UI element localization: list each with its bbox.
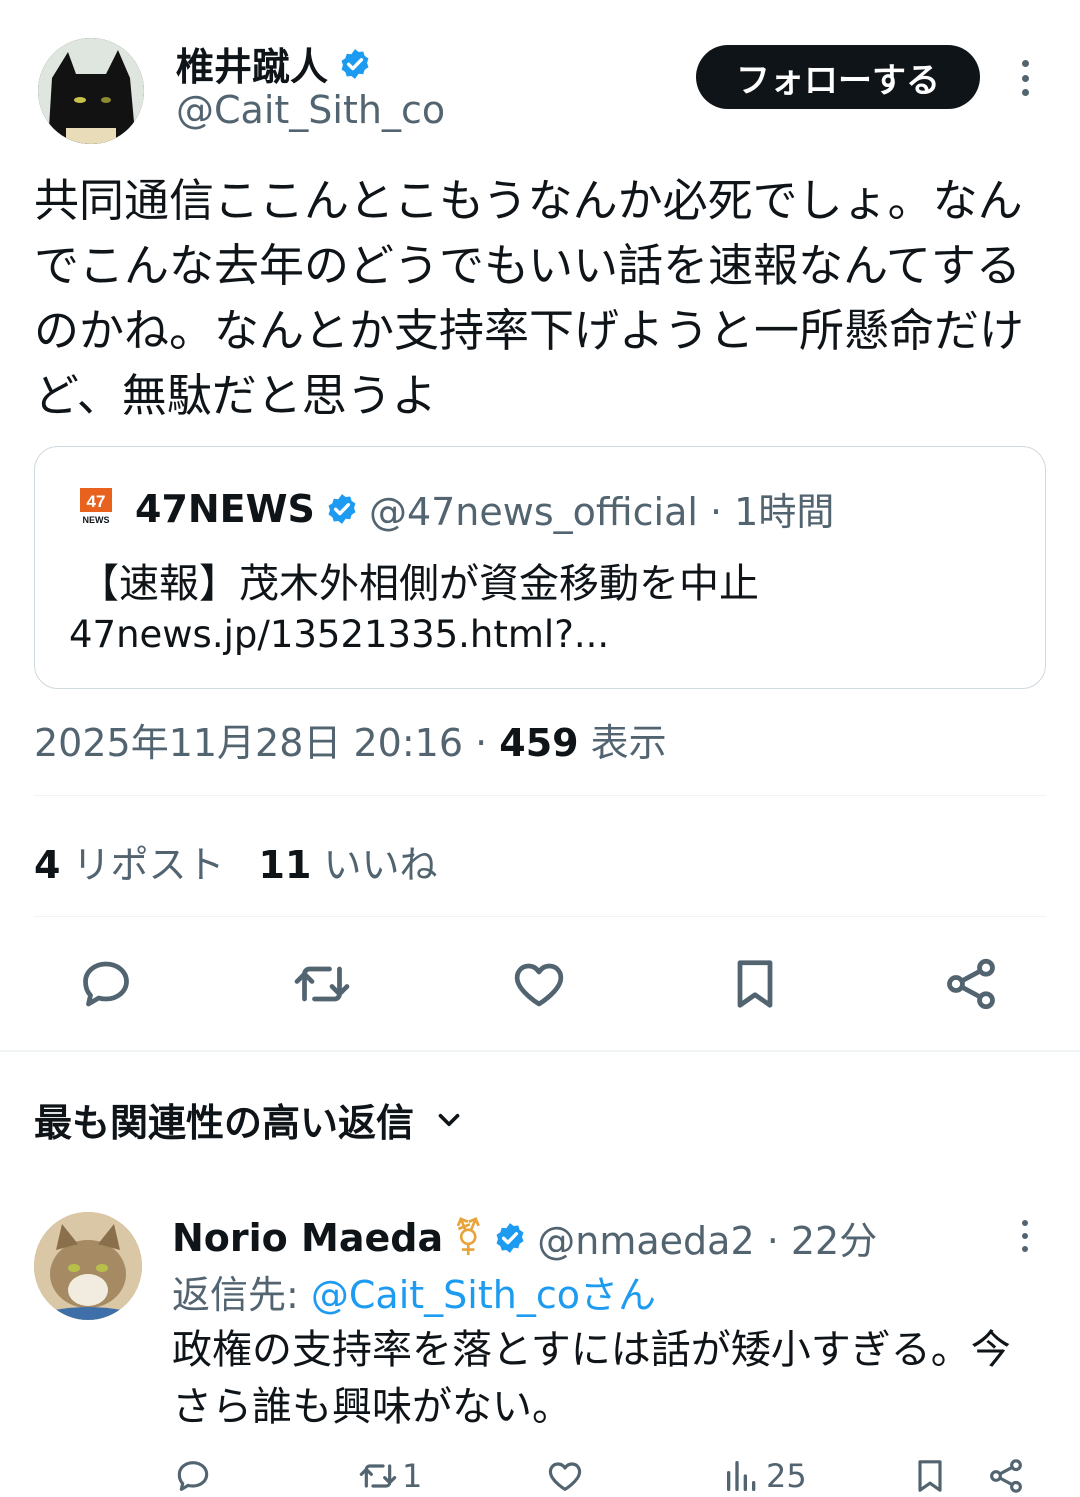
tweet-text: 共同通信ここんとこもうなんか必死でしょ。なんでこんな去年のどうでもいい話を速報な… (34, 174, 1025, 422)
reply-reply-button[interactable] (173, 1456, 213, 1496)
reply-like-button[interactable] (545, 1456, 585, 1496)
verified-badge-icon (325, 492, 359, 526)
bookmark-icon[interactable] (725, 954, 785, 1014)
reply-repost-button[interactable]: 1 (358, 1456, 422, 1496)
like-icon (548, 1462, 582, 1491)
follow-button[interactable]: フォローする (696, 45, 980, 109)
post-meta: 2025年11月28日 20:16 · 459 表示 (34, 712, 667, 767)
47news-logo-icon: 47 NEWS (79, 487, 113, 527)
verified-badge-icon (338, 47, 372, 81)
views-count: 459 (499, 721, 579, 765)
engagement-stats: 4 リポスト 11 いいね (34, 834, 438, 889)
reply-to-prefix: 返信先: (172, 1273, 311, 1317)
share-icon[interactable] (941, 954, 1001, 1014)
quoted-post-card[interactable]: 47 NEWS 47NEWS @47news_official · 1時間 【速… (34, 446, 1046, 689)
repost-icon (359, 1464, 397, 1488)
more-options-icon[interactable] (1008, 58, 1042, 98)
reply-header: Norio Maeda ⚧ @nmaeda2 · 22分 (172, 1210, 877, 1265)
quote-link[interactable]: 47news.jp/13521335.html?... (69, 613, 609, 656)
reposts-stat[interactable]: 4 リポスト (34, 834, 225, 889)
svg-text:47: 47 (87, 492, 106, 511)
likes-stat[interactable]: 11 いいね (259, 834, 438, 889)
transgender-symbol-icon: ⚧ (453, 1217, 484, 1258)
reply-icon (177, 1461, 209, 1491)
reply-handle-time[interactable]: @nmaeda2 · 22分 (537, 1210, 877, 1265)
repost-icon[interactable] (292, 954, 352, 1014)
author-handle[interactable]: @Cait_Sith_co (176, 88, 445, 132)
quote-handle-time: @47news_official · 1時間 (368, 490, 835, 534)
reply-author-avatar[interactable] (34, 1212, 142, 1320)
reply-more-options-icon[interactable] (1008, 1218, 1042, 1254)
bookmark-icon (918, 1460, 942, 1492)
verified-badge-icon (493, 1221, 527, 1255)
reply-views-button[interactable]: 25 (722, 1456, 807, 1496)
author-name-row: 椎井蹴人 (176, 36, 372, 91)
reply-author-name[interactable]: Norio Maeda (172, 1216, 443, 1260)
replies-sort-dropdown[interactable]: 最も関連性の高い返信 (34, 1092, 466, 1147)
reply-icon[interactable] (76, 954, 136, 1014)
author-avatar[interactable] (38, 38, 144, 144)
quote-header: 47NEWS @47news_official · 1時間 (135, 481, 834, 536)
views-label: 表示 (578, 721, 667, 765)
quote-author-name: 47NEWS (135, 486, 315, 531)
section-separator (0, 1050, 1080, 1052)
reply-share-button[interactable] (986, 1456, 1026, 1496)
post-datetime[interactable]: 2025年11月28日 20:16 · (34, 721, 499, 765)
reply-bookmark-button[interactable] (910, 1456, 950, 1496)
like-icon[interactable] (509, 954, 569, 1014)
divider (34, 916, 1046, 917)
views-icon (727, 1461, 756, 1491)
reply-text: 政権の支持率を落とすには話が矮小すぎる。今さら誰も興味がない。 (172, 1327, 1011, 1430)
svg-text:NEWS: NEWS (83, 515, 110, 525)
share-icon (990, 1459, 1022, 1493)
reply-views-count: 25 (766, 1457, 807, 1495)
divider (34, 795, 1046, 796)
quote-headline: 【速報】茂木外相側が資金移動を中止 (79, 561, 759, 607)
replies-sort-label: 最も関連性の高い返信 (34, 1101, 415, 1145)
reply-to-line: 返信先: @Cait_Sith_coさん (172, 1264, 656, 1319)
reply-to-mention[interactable]: @Cait_Sith_coさん (311, 1273, 656, 1317)
chevron-down-icon (432, 1103, 466, 1137)
reply-repost-count: 1 (402, 1457, 423, 1495)
author-name[interactable]: 椎井蹴人 (176, 36, 328, 91)
